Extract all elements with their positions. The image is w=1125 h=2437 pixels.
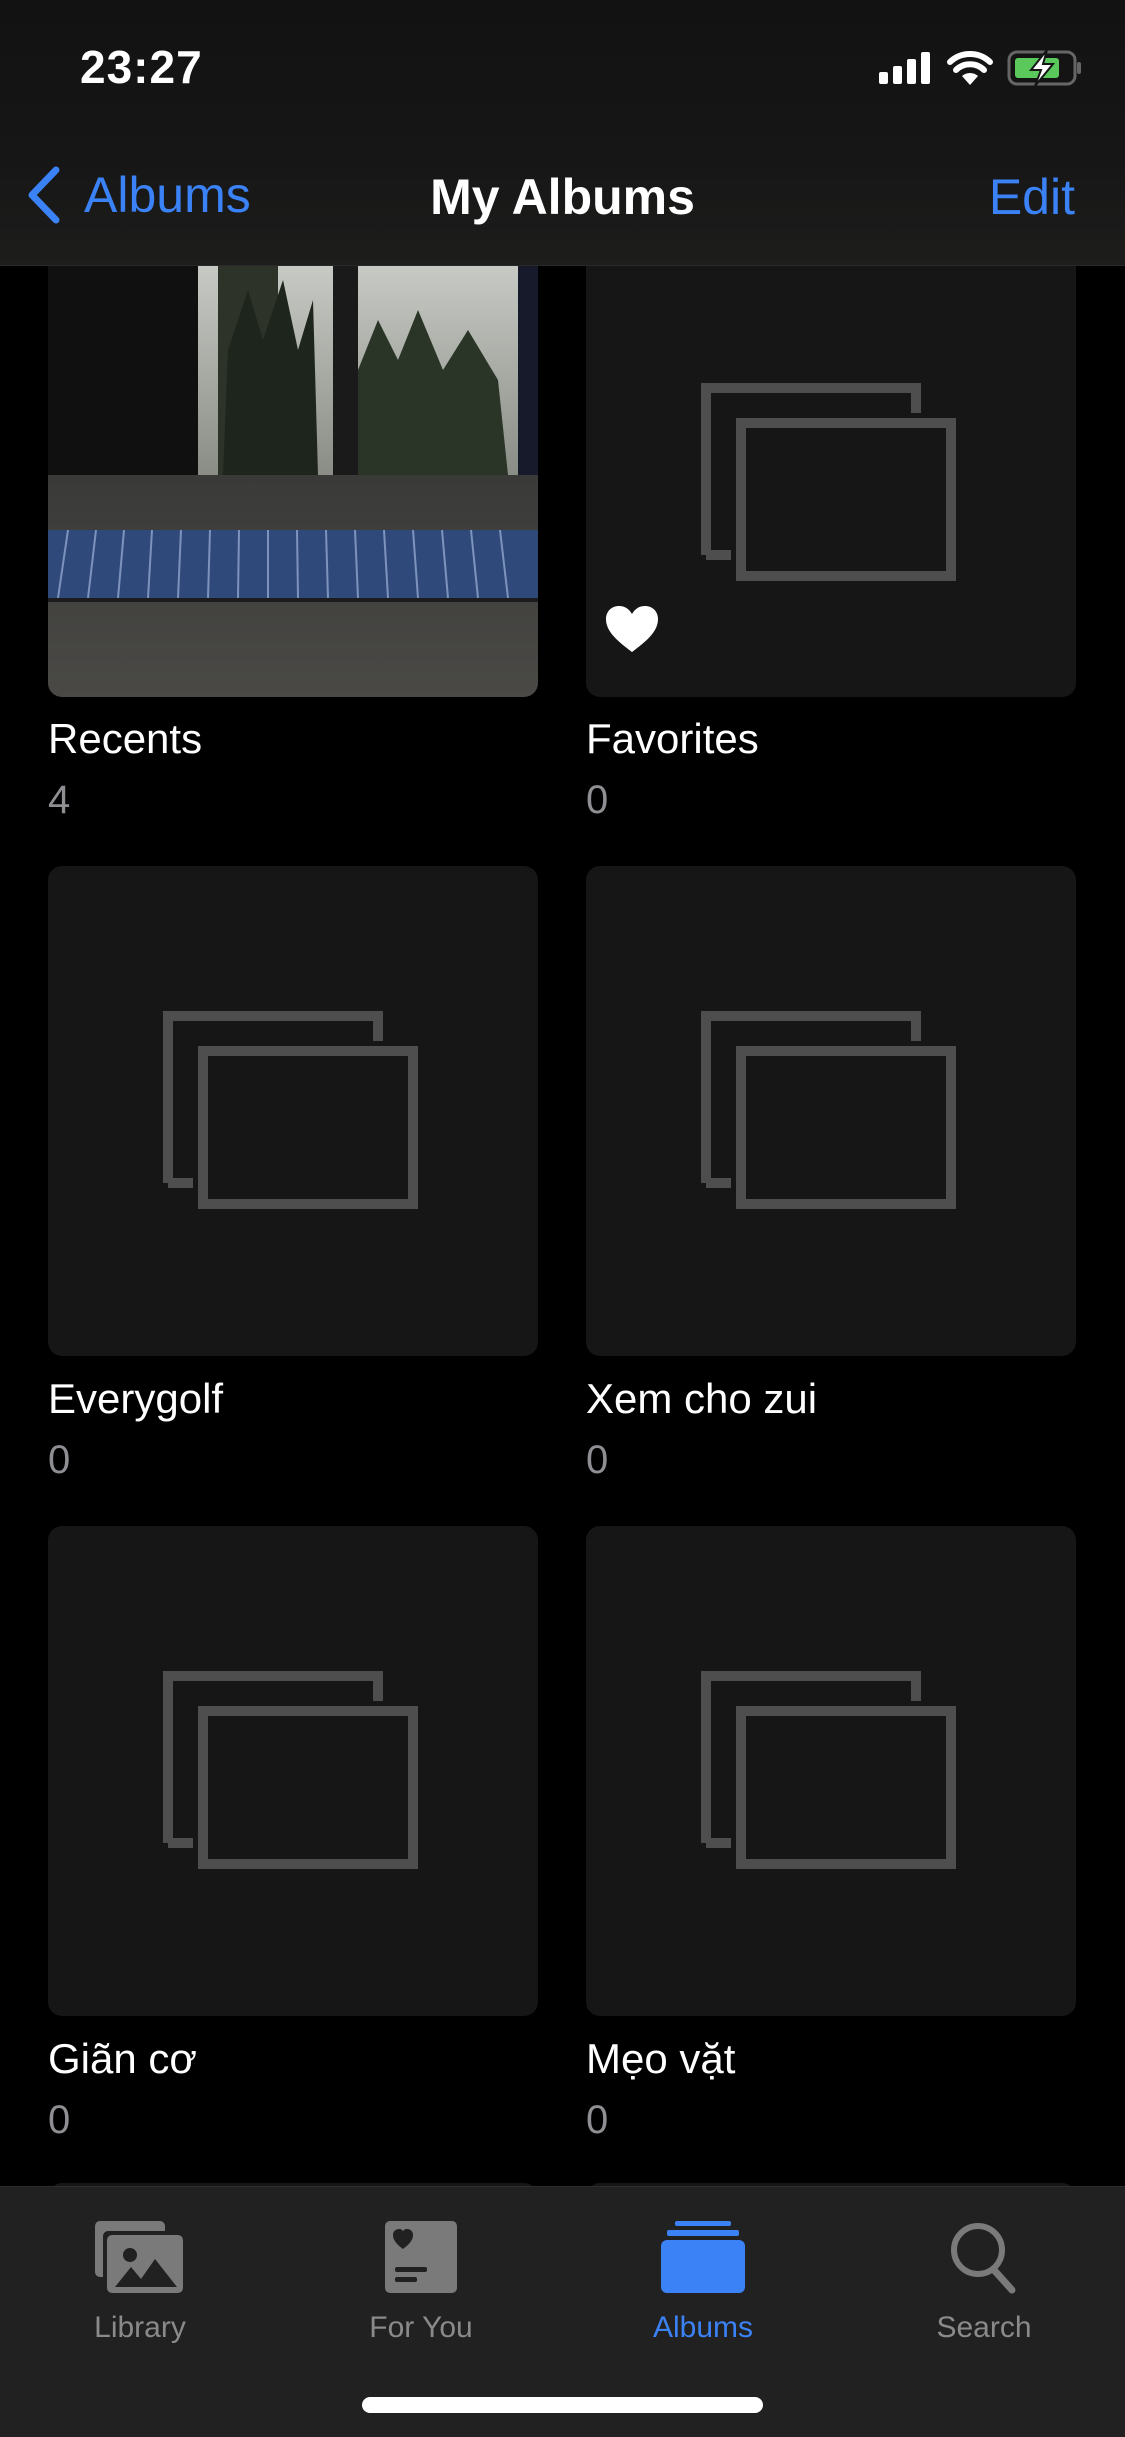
home-indicator[interactable] xyxy=(362,2397,763,2413)
album-thumbnail-favorites[interactable] xyxy=(586,200,1076,697)
page-title: My Albums xyxy=(430,169,695,225)
tab-label: Library xyxy=(94,2311,186,2344)
album-name[interactable]: Mẹo vặt xyxy=(586,2035,735,2083)
for-you-icon xyxy=(385,2221,457,2293)
tab-label: Albums xyxy=(652,2311,754,2344)
recents-photo-thumbnail xyxy=(48,200,538,697)
tab-albums[interactable]: Albums xyxy=(573,2207,833,2357)
album-name[interactable]: Xem cho zui xyxy=(586,1375,817,1423)
status-icons xyxy=(879,50,1083,86)
album-count: 0 xyxy=(48,1438,71,1482)
tab-library[interactable]: Library xyxy=(10,2207,270,2357)
empty-album-icon xyxy=(163,1011,418,1209)
tab-search[interactable]: Search xyxy=(854,2207,1114,2357)
album-thumbnail-gian-co[interactable] xyxy=(48,1526,538,2016)
album-grid: Recents 4 Favorites 0 Everygolf 0 Xem ch… xyxy=(0,0,1125,2436)
album-count: 0 xyxy=(586,778,609,822)
album-thumbnail-recents[interactable] xyxy=(48,200,538,697)
tab-for-you[interactable]: For You xyxy=(291,2207,551,2357)
album-thumbnail-everygolf[interactable] xyxy=(48,866,538,1356)
album-name[interactable]: Recents xyxy=(48,715,202,763)
album-count: 4 xyxy=(48,778,71,822)
album-thumbnail-xem-cho-zui[interactable] xyxy=(586,866,1076,1356)
tab-label: Search xyxy=(936,2311,1032,2344)
tab-label: For You xyxy=(369,2311,473,2344)
album-name[interactable]: Giãn cơ xyxy=(48,2035,197,2083)
empty-album-icon xyxy=(163,1671,418,1869)
album-name[interactable]: Favorites xyxy=(586,715,759,763)
status-time: 23:27 xyxy=(80,41,203,93)
edit-button[interactable]: Edit xyxy=(989,168,1075,226)
empty-album-icon xyxy=(701,383,956,582)
heart-icon xyxy=(606,606,658,652)
battery-charging-icon xyxy=(1007,50,1081,86)
album-name[interactable]: Everygolf xyxy=(48,1375,223,1423)
album-count: 0 xyxy=(586,1438,609,1482)
search-icon xyxy=(951,2223,1016,2294)
albums-icon xyxy=(661,2221,745,2293)
album-count: 0 xyxy=(48,2098,71,2142)
wifi-icon xyxy=(947,51,993,85)
navigation-header: 23:27 Albums My Albums Edit xyxy=(0,0,1125,266)
album-count: 0 xyxy=(586,2098,609,2142)
photo-library-icon xyxy=(95,2221,183,2293)
empty-album-icon xyxy=(701,1671,956,1869)
album-thumbnail-meo-vat[interactable] xyxy=(586,1526,1076,2016)
empty-album-icon xyxy=(701,1011,956,1209)
cellular-signal-icon xyxy=(879,52,930,84)
